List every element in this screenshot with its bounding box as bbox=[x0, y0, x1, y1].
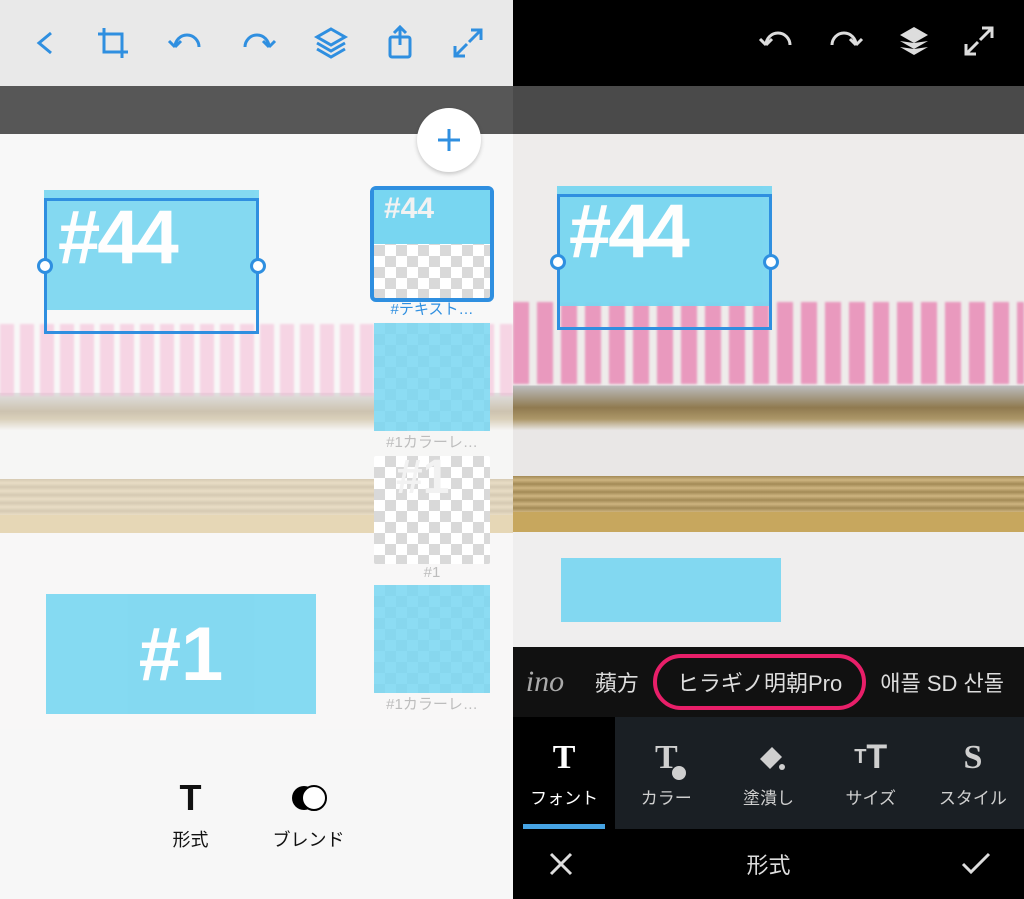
undo-icon[interactable] bbox=[165, 23, 205, 63]
layers-icon[interactable] bbox=[896, 23, 932, 64]
right-title-band bbox=[513, 86, 1024, 134]
blend-icon bbox=[287, 776, 331, 820]
font-picker[interactable]: ino 蘋方 ヒラギノ明朝Pro 애플 SD 산돌 bbox=[513, 647, 1024, 717]
font-preview-glyph: ino bbox=[519, 658, 571, 706]
right-canvas[interactable]: #44 bbox=[513, 134, 1024, 647]
text-icon: T bbox=[553, 738, 576, 778]
tab-blend[interactable]: ブレンド bbox=[273, 776, 345, 852]
layer-label: #テキスト… bbox=[367, 298, 497, 319]
left-bottom-bar: T 形式 ブレンド bbox=[0, 729, 513, 899]
tab-style[interactable]: S スタイル bbox=[922, 717, 1024, 829]
resize-handle-left[interactable] bbox=[550, 254, 566, 270]
fullscreen-icon[interactable] bbox=[451, 23, 485, 63]
close-icon[interactable] bbox=[541, 844, 581, 884]
layers-icon[interactable] bbox=[313, 23, 349, 63]
tab-fill[interactable]: 塗潰し bbox=[717, 717, 819, 829]
right-screenshot: #44 ino 蘋方 ヒラギノ明朝Pro 애플 SD 산돌 T フォント T カ… bbox=[513, 0, 1024, 899]
layers-panel: #44 #テキスト… #1カラーレ… #1 #1 #1カラーレ… bbox=[367, 190, 497, 718]
crop-icon[interactable] bbox=[96, 23, 130, 63]
font-option[interactable]: 애플 SD 산돌 bbox=[866, 660, 1018, 704]
layer-label: #1カラーレ… bbox=[367, 693, 497, 714]
left-toolbar bbox=[0, 0, 513, 86]
layer-label: #1 bbox=[367, 564, 497, 581]
fullscreen-icon[interactable] bbox=[962, 24, 996, 63]
resize-handle-left[interactable] bbox=[37, 258, 53, 274]
selection-frame[interactable] bbox=[44, 198, 259, 334]
add-layer-button[interactable] bbox=[417, 108, 481, 172]
share-icon[interactable] bbox=[383, 23, 417, 63]
layer-item[interactable]: #1カラーレ… bbox=[367, 323, 497, 452]
text-object-secondary-label: #1 bbox=[139, 611, 224, 698]
layer-item[interactable]: #1 #1 bbox=[367, 456, 497, 581]
confirm-icon[interactable] bbox=[956, 844, 996, 884]
redo-icon[interactable] bbox=[826, 27, 866, 60]
redo-icon[interactable] bbox=[239, 23, 279, 63]
footer-title: 形式 bbox=[746, 848, 790, 880]
right-toolbar bbox=[513, 0, 1024, 86]
tab-color[interactable]: T カラー bbox=[615, 717, 717, 829]
tab-font[interactable]: T フォント bbox=[513, 717, 615, 829]
left-screenshot: #44 #1 #44 #テキスト… #1カラーレ… #1 bbox=[0, 0, 513, 899]
layer-item[interactable]: #1カラーレ… bbox=[367, 585, 497, 714]
right-footer: 形式 bbox=[513, 829, 1024, 899]
layer-item[interactable]: #44 #テキスト… bbox=[367, 190, 497, 319]
tab-format[interactable]: T 形式 bbox=[169, 776, 213, 852]
text-object-secondary[interactable]: #1 bbox=[46, 594, 316, 714]
selection-frame[interactable] bbox=[557, 194, 772, 330]
text-icon: T bbox=[169, 776, 213, 820]
bucket-icon bbox=[752, 738, 786, 778]
back-icon[interactable] bbox=[28, 23, 62, 63]
undo-icon[interactable] bbox=[756, 27, 796, 60]
size-icon: TT bbox=[854, 738, 887, 778]
tab-size[interactable]: TT サイズ bbox=[820, 717, 922, 829]
resize-handle-right[interactable] bbox=[763, 254, 779, 270]
text-object-secondary-preview bbox=[561, 558, 781, 622]
font-option-selected[interactable]: ヒラギノ明朝Pro bbox=[663, 660, 856, 704]
palette-icon: T bbox=[655, 738, 678, 778]
style-icon: S bbox=[963, 738, 982, 778]
layer-label: #1カラーレ… bbox=[367, 431, 497, 452]
format-tabs: T フォント T カラー 塗潰し TT サイズ S スタイル bbox=[513, 717, 1024, 829]
resize-handle-right[interactable] bbox=[250, 258, 266, 274]
font-option[interactable]: 蘋方 bbox=[581, 660, 653, 704]
